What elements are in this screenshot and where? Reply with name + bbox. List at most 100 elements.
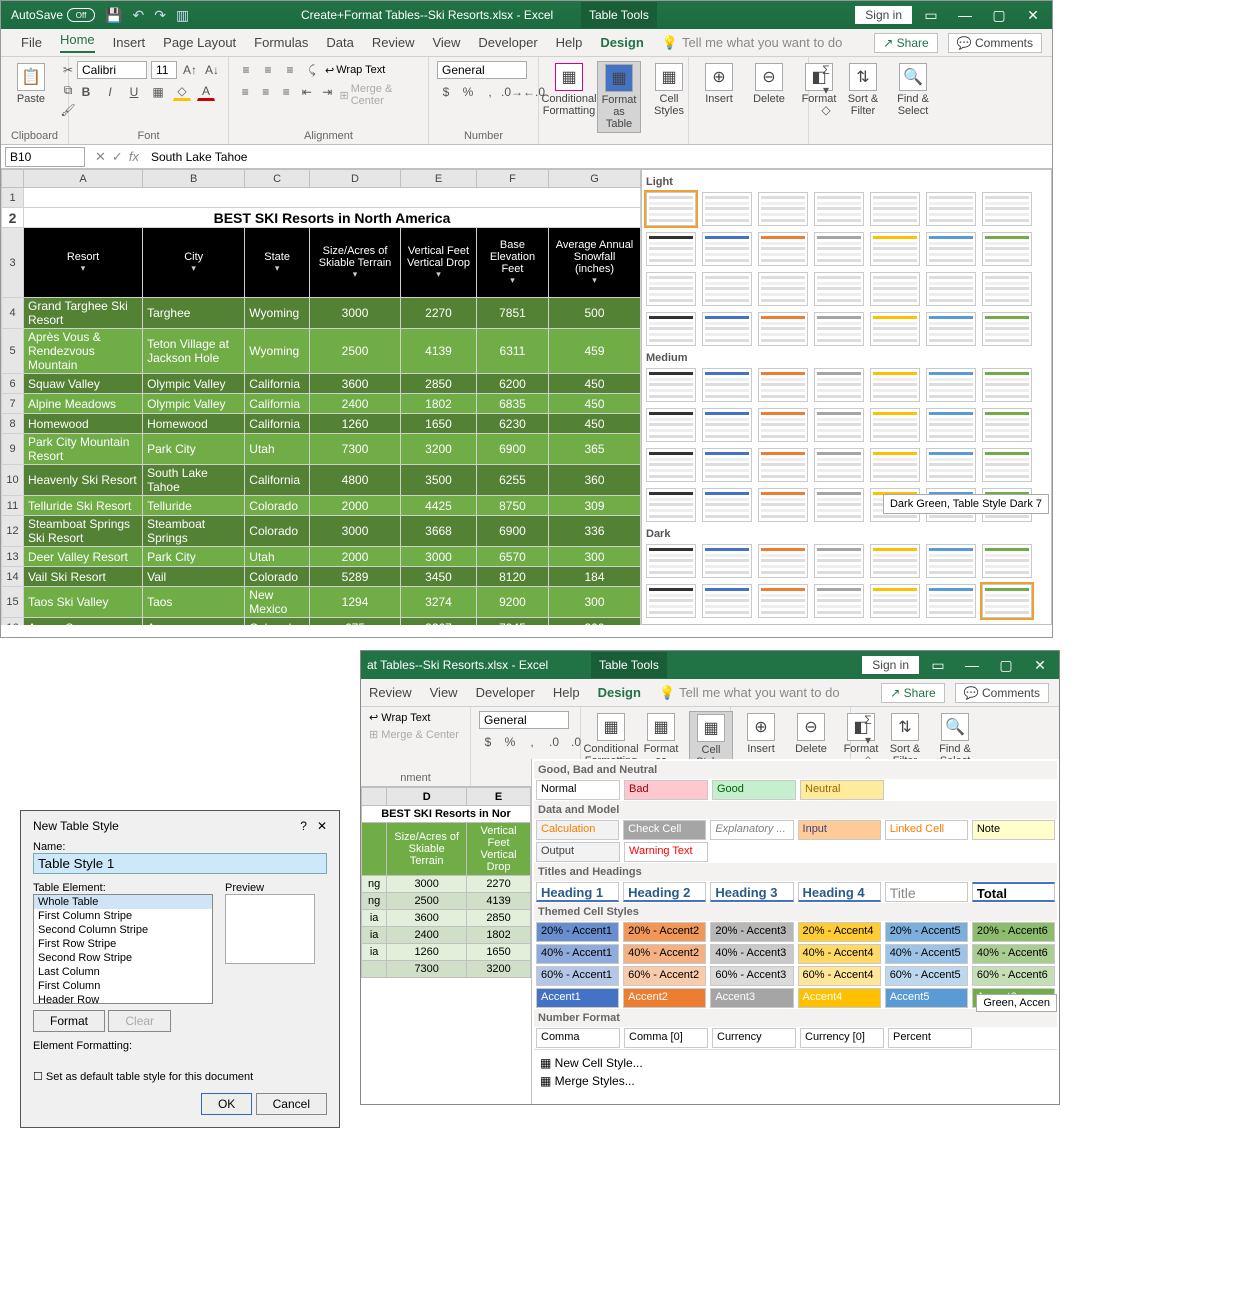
cell[interactable]: 3600 [309, 374, 400, 394]
table-style-thumb[interactable] [814, 584, 864, 618]
close-2-icon[interactable]: ✕ [1025, 657, 1055, 674]
tab-formulas[interactable]: Formulas [254, 35, 308, 50]
maximize-icon[interactable]: ▢ [984, 7, 1014, 24]
insert-button[interactable]: ⊕Insert [697, 61, 741, 107]
cell-style-item[interactable]: 40% - Accent4 [798, 944, 881, 964]
table-style-thumb[interactable] [646, 544, 696, 578]
list-item[interactable]: First Column Stripe [34, 909, 212, 923]
cell[interactable]: 7851 [476, 298, 548, 329]
cell[interactable]: 8750 [476, 496, 548, 516]
table-style-thumb[interactable] [926, 192, 976, 226]
table-tools-tab[interactable]: Table Tools [581, 2, 657, 28]
tab2-review[interactable]: Review [369, 685, 412, 700]
table-style-thumb[interactable] [646, 192, 696, 226]
table-style-thumb[interactable] [982, 272, 1032, 306]
list-item[interactable]: First Row Stripe [34, 937, 212, 951]
tab2-design[interactable]: Design [598, 685, 641, 700]
cell[interactable]: 6311 [476, 329, 548, 374]
cell[interactable]: 459 [549, 329, 641, 374]
minimize-icon[interactable]: — [950, 7, 980, 23]
cell-style-item[interactable]: Note [972, 820, 1055, 840]
column-header[interactable]: Average Annual Snowfall (inches)▾ [549, 228, 641, 298]
table-style-thumb[interactable] [702, 192, 752, 226]
cell[interactable]: 3500 [401, 465, 477, 496]
cell-style-item[interactable]: Bad [624, 780, 708, 800]
tab2-developer[interactable]: Developer [476, 685, 535, 700]
tab-review[interactable]: Review [372, 35, 415, 50]
increase-font-icon[interactable]: A↑ [181, 61, 199, 79]
underline-icon[interactable]: U [125, 83, 143, 101]
table-style-thumb[interactable] [814, 192, 864, 226]
cell-style-item[interactable]: Output [536, 842, 620, 862]
cell[interactable]: Colorado [245, 496, 310, 516]
autosave[interactable]: AutoSave Off [11, 8, 95, 22]
cell[interactable]: 1294 [309, 587, 400, 618]
cell[interactable]: 2400 [309, 394, 400, 414]
cell[interactable]: Targhee [143, 298, 245, 329]
cell-style-item[interactable]: 40% - Accent2 [623, 944, 706, 964]
table-style-thumb[interactable] [758, 488, 808, 522]
table-style-thumb[interactable] [646, 272, 696, 306]
cell-style-item[interactable]: Currency [712, 1028, 796, 1048]
cell[interactable]: 2270 [401, 298, 477, 329]
cell[interactable]: California [245, 465, 310, 496]
cell-style-item[interactable]: 40% - Accent5 [885, 944, 968, 964]
formula-input[interactable]: South Lake Tahoe [145, 148, 1052, 166]
signin-button[interactable]: Sign in [855, 6, 912, 24]
cell-style-item[interactable]: Accent5 [885, 988, 968, 1008]
table-style-thumb[interactable] [646, 368, 696, 402]
cell[interactable]: 300 [549, 618, 641, 626]
table-style-thumb[interactable] [758, 192, 808, 226]
cell-style-item[interactable]: Accent2 [623, 988, 706, 1008]
cell-style-item[interactable]: 60% - Accent3 [710, 966, 793, 986]
cell[interactable]: 2850 [401, 374, 477, 394]
cell[interactable]: 450 [549, 374, 641, 394]
col-header[interactable]: B [143, 170, 245, 188]
percent-icon[interactable]: % [459, 83, 477, 101]
undo-icon[interactable]: ↶ [132, 7, 144, 24]
table-style-thumb[interactable] [926, 544, 976, 578]
cell[interactable]: Aspen Snowmass [24, 618, 143, 626]
table-style-thumb[interactable] [646, 232, 696, 266]
cell[interactable]: 450 [549, 414, 641, 434]
cell-style-item[interactable]: Input [798, 820, 881, 840]
tab-design[interactable]: Design [600, 35, 643, 50]
cell[interactable]: Park City Mountain Resort [24, 434, 143, 465]
table-style-thumb[interactable] [870, 448, 920, 482]
cell[interactable]: 3274 [401, 587, 477, 618]
table-style-thumb[interactable] [870, 544, 920, 578]
signin-button-2[interactable]: Sign in [862, 656, 919, 674]
cell[interactable]: Vail [143, 567, 245, 587]
cell[interactable]: Colorado [245, 618, 310, 626]
find-select-button[interactable]: 🔍Find & Select [891, 61, 935, 119]
table-style-thumb[interactable] [758, 272, 808, 306]
cell-style-item[interactable]: Linked Cell [885, 820, 968, 840]
table-style-thumb[interactable] [702, 408, 752, 442]
cell[interactable]: 7300 [309, 434, 400, 465]
cell[interactable]: 3000 [309, 298, 400, 329]
table-style-thumb[interactable] [982, 448, 1032, 482]
cell-style-item[interactable]: Title [885, 882, 968, 902]
table-style-thumb[interactable] [814, 368, 864, 402]
comma-2-icon[interactable]: , [523, 733, 541, 751]
dialog-ok-button[interactable]: OK [201, 1093, 252, 1115]
cell-style-item[interactable]: Good [712, 780, 796, 800]
orientation-icon[interactable]: ⤹ [303, 61, 321, 79]
table-style-thumb[interactable] [926, 368, 976, 402]
cell[interactable]: Homewood [24, 414, 143, 434]
dialog-clear-button[interactable]: Clear [108, 1010, 171, 1032]
col-header[interactable]: D [309, 170, 400, 188]
tab-home[interactable]: Home [60, 32, 95, 53]
cell[interactable]: 300 [549, 587, 641, 618]
cell-style-item[interactable]: Neutral [800, 780, 884, 800]
cell[interactable]: Utah [245, 547, 310, 567]
cell[interactable]: 500 [549, 298, 641, 329]
table-style-thumb[interactable] [702, 488, 752, 522]
table-style-thumb[interactable] [814, 408, 864, 442]
align-top-icon[interactable]: ≡ [237, 61, 255, 79]
share-button[interactable]: ↗ Share [874, 33, 937, 53]
redo-icon[interactable]: ↷ [154, 7, 166, 24]
cell-style-item[interactable]: 60% - Accent2 [623, 966, 706, 986]
new-cell-style-menu[interactable]: ▦ New Cell Style... [538, 1054, 1053, 1072]
cell-style-item[interactable]: Heading 1 [536, 882, 619, 902]
